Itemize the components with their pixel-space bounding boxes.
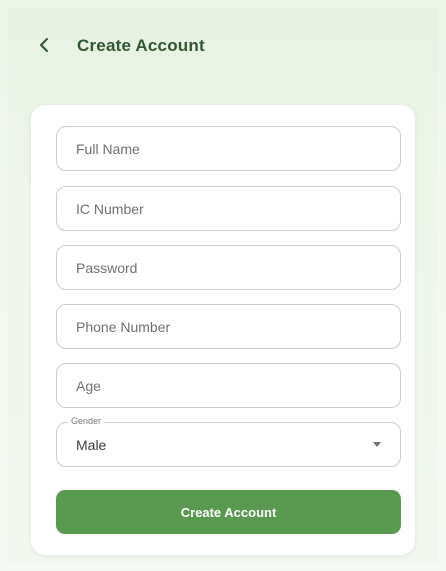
gender-label: Gender [68, 416, 105, 427]
phone-number-field[interactable]: Phone Number [56, 304, 401, 349]
gender-value: Male [76, 436, 107, 453]
full-name-field[interactable]: Full Name [56, 126, 401, 171]
app-header: Create Account [8, 8, 438, 86]
dropdown-arrow-icon [373, 442, 381, 447]
password-field[interactable]: Password [56, 245, 401, 290]
back-button[interactable] [34, 36, 54, 58]
gender-select[interactable]: Male [56, 422, 401, 467]
age-field[interactable]: Age [56, 363, 401, 408]
age-placeholder: Age [76, 377, 101, 394]
page-title: Create Account [77, 36, 205, 55]
phone-number-placeholder: Phone Number [76, 318, 171, 335]
ic-number-field[interactable]: IC Number [56, 186, 401, 231]
ic-number-placeholder: IC Number [76, 200, 144, 217]
password-placeholder: Password [76, 259, 138, 276]
chevron-left-icon [38, 37, 50, 58]
create-account-button-label: Create Account [180, 504, 277, 520]
full-name-placeholder: Full Name [76, 140, 140, 157]
form-card: Full Name IC Number Password Phone Numbe… [31, 105, 415, 555]
create-account-button[interactable]: Create Account [56, 490, 401, 534]
create-account-screen: Create Account Full Name IC Number Passw… [8, 8, 438, 563]
